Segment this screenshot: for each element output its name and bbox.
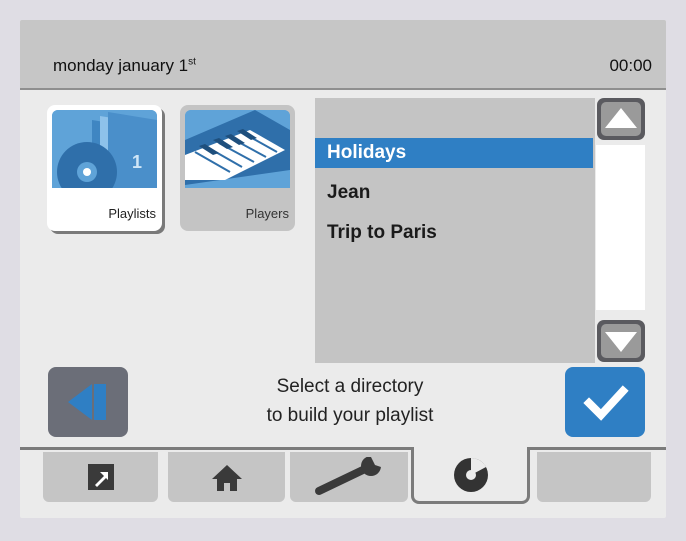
- status-bar: monday january 1st 00:00: [20, 20, 666, 90]
- list-item[interactable]: Holidays: [315, 138, 593, 168]
- playlists-tile-label: Playlists: [108, 206, 156, 221]
- playlists-tile[interactable]: 1 Playlists: [47, 105, 162, 231]
- discs-stack-icon: 1: [52, 110, 157, 188]
- back-button[interactable]: [48, 367, 128, 437]
- keyboard-icon: [185, 110, 290, 188]
- list-item[interactable]: Trip to Paris: [315, 218, 593, 248]
- checkmark-icon: [583, 385, 629, 421]
- directory-list: Holidays Jean Trip to Paris: [315, 98, 595, 363]
- disc-icon: [453, 458, 488, 493]
- arrow-down-icon: [605, 332, 637, 352]
- scroll-up-button[interactable]: [597, 98, 645, 140]
- tab-media[interactable]: [411, 447, 530, 504]
- instruction-message: Select a directory to build your playlis…: [170, 372, 530, 430]
- tab-home[interactable]: [168, 452, 285, 502]
- tabbar-divider: [20, 447, 666, 450]
- back-icon: [68, 384, 106, 420]
- players-tile[interactable]: Players: [180, 105, 295, 231]
- confirm-button[interactable]: [565, 367, 645, 437]
- players-tile-label: Players: [245, 206, 289, 221]
- instruction-line-2: to build your playlist: [266, 405, 434, 426]
- arrow-up-icon: [605, 108, 637, 128]
- scroll-down-button[interactable]: [597, 320, 645, 362]
- home-icon: [211, 465, 242, 491]
- wrench-icon: [315, 457, 381, 495]
- device-screen: monday january 1st 00:00 1 Playlists Pla…: [20, 20, 666, 518]
- clock-label: 00:00: [609, 56, 652, 75]
- scrollbar-track[interactable]: [596, 145, 645, 310]
- tab-settings[interactable]: [290, 452, 408, 502]
- date-label: monday january 1st: [53, 56, 196, 75]
- tab-external[interactable]: [43, 452, 158, 502]
- tab-empty[interactable]: [537, 452, 651, 502]
- external-link-icon: [87, 464, 114, 490]
- list-item[interactable]: Jean: [315, 178, 593, 208]
- instruction-line-1: Select a directory: [276, 376, 424, 397]
- svg-text:1: 1: [132, 152, 142, 172]
